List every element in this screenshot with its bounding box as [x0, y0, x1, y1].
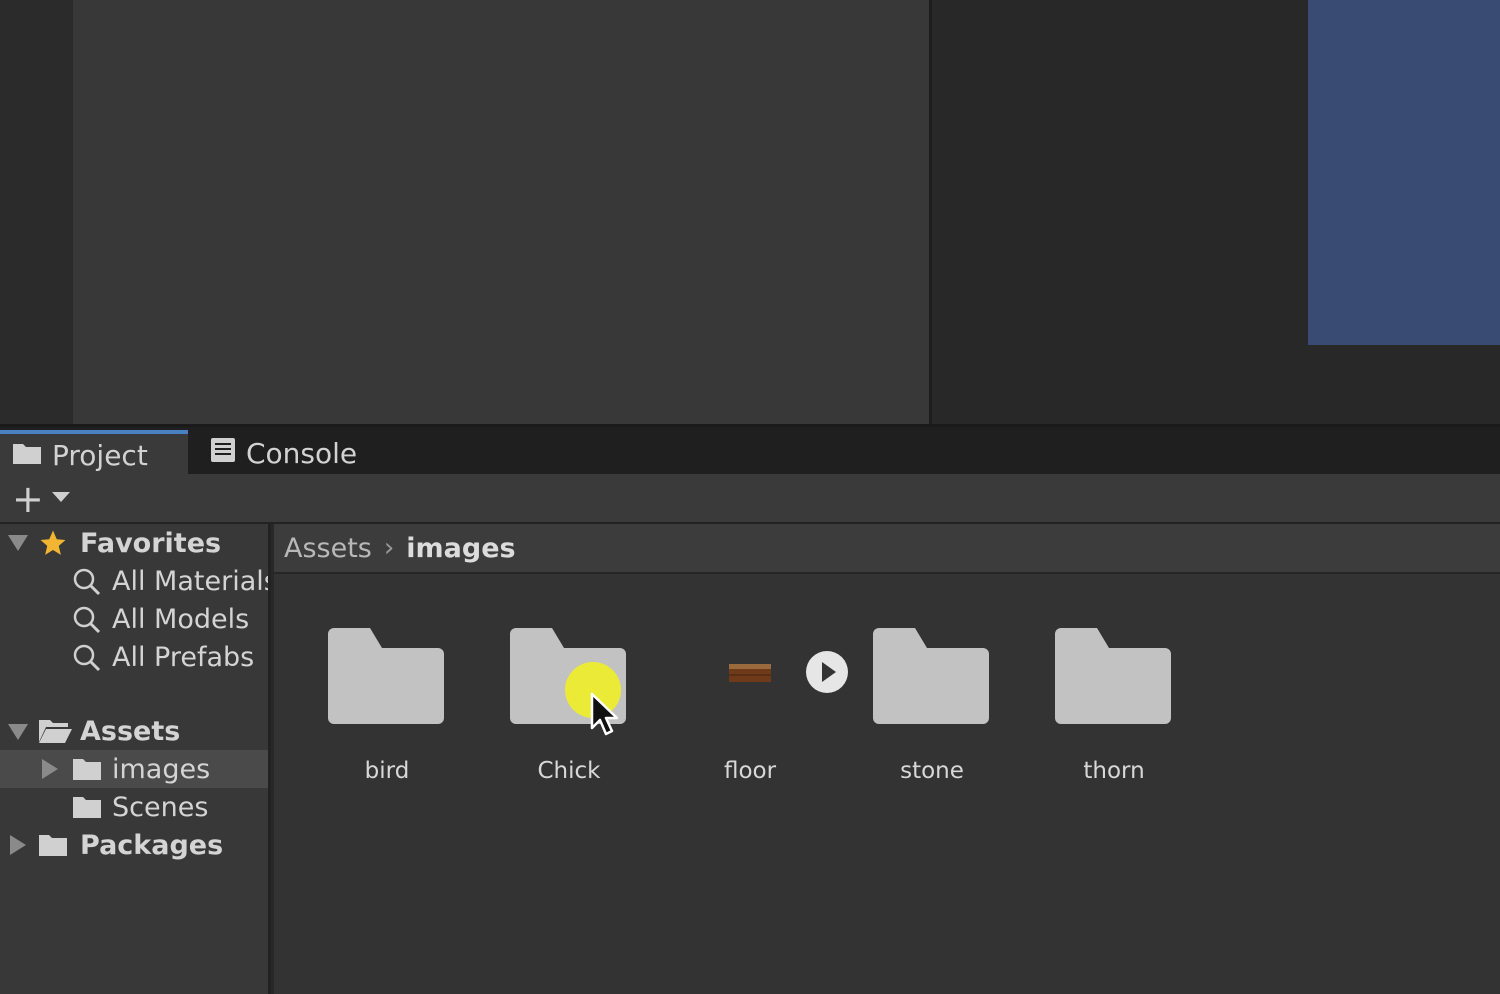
asset-item-bird[interactable]: bird: [307, 624, 467, 794]
folder-icon: [873, 628, 989, 724]
tree-item-assets[interactable]: Assets: [0, 712, 268, 751]
mouse-cursor-icon: [590, 692, 619, 736]
tree-label: images: [112, 753, 211, 785]
expand-arrow-icon[interactable]: [8, 535, 28, 551]
tree-item-all-models[interactable]: All Models: [0, 600, 268, 638]
expand-arrow-icon[interactable]: [8, 724, 28, 740]
plus-icon[interactable]: +: [12, 480, 44, 518]
asset-label: thorn: [1083, 758, 1145, 784]
tab-project[interactable]: Project: [0, 430, 188, 477]
tree-label-assets: Assets: [80, 715, 181, 747]
folder-icon: [12, 439, 42, 472]
inspector-area: [935, 0, 1308, 424]
tree-item-scenes[interactable]: Scenes: [0, 788, 268, 826]
tab-console-label: Console: [246, 437, 358, 470]
tree-label: All Models: [112, 603, 250, 635]
tree-item-images[interactable]: images: [0, 750, 268, 788]
folder-icon: [72, 795, 102, 826]
breadcrumb: Assets › images: [274, 524, 1500, 574]
floor-sprite-thumbnail: [729, 664, 771, 682]
expand-arrow-icon[interactable]: [42, 759, 58, 779]
folder-icon: [1055, 628, 1171, 724]
search-icon: [72, 643, 102, 680]
asset-label: stone: [900, 758, 964, 784]
chevron-right-icon: ›: [383, 533, 395, 563]
tree-item-all-prefabs[interactable]: All Prefabs: [0, 638, 268, 676]
tree-label: All Prefabs: [112, 641, 255, 673]
tab-project-label: Project: [52, 439, 148, 472]
tab-console[interactable]: Console: [210, 430, 357, 477]
bottom-tab-bar: Project Console: [0, 424, 1500, 477]
tree-label: All Materials: [112, 565, 271, 597]
tree-label-favorites: Favorites: [80, 527, 222, 559]
tree-label: Scenes: [112, 791, 209, 823]
asset-item-thorn[interactable]: thorn: [1034, 624, 1194, 794]
caret-down-icon[interactable]: [52, 492, 70, 502]
search-icon: [72, 567, 102, 604]
tree-label-packages: Packages: [80, 829, 224, 861]
console-icon: [210, 437, 236, 470]
project-toolbar: +: [0, 474, 1500, 524]
asset-label: Chick: [537, 758, 601, 784]
open-folder-icon: [38, 718, 72, 751]
search-icon: [72, 605, 102, 642]
asset-item-chick[interactable]: Chick: [489, 624, 649, 794]
scene-view[interactable]: [73, 0, 932, 424]
asset-item-stone[interactable]: stone: [852, 624, 1012, 794]
asset-label: bird: [364, 758, 410, 784]
sprite-expand-play-icon[interactable]: [806, 651, 848, 693]
left-toolbar-strip: [0, 0, 73, 424]
asset-item-floor[interactable]: floor: [670, 624, 830, 794]
editor-top-area: [0, 0, 1500, 424]
tree-item-all-materials[interactable]: All Materials: [0, 562, 271, 600]
tree-item-packages[interactable]: Packages: [0, 826, 268, 864]
breadcrumb-root[interactable]: Assets: [284, 533, 372, 564]
folder-icon: [328, 628, 444, 724]
folder-icon: [38, 833, 68, 864]
star-icon: [38, 528, 68, 565]
game-view-preview: [1308, 0, 1500, 345]
breadcrumb-current[interactable]: images: [406, 533, 515, 564]
asset-browser: Assets › images bird Chick floor stone t…: [274, 524, 1500, 994]
project-tree: Favorites All Materials All Models All P…: [0, 524, 271, 994]
asset-label: floor: [723, 758, 777, 784]
folder-icon: [72, 757, 102, 788]
tree-item-favorites[interactable]: Favorites: [0, 524, 268, 565]
expand-arrow-icon[interactable]: [10, 835, 26, 855]
